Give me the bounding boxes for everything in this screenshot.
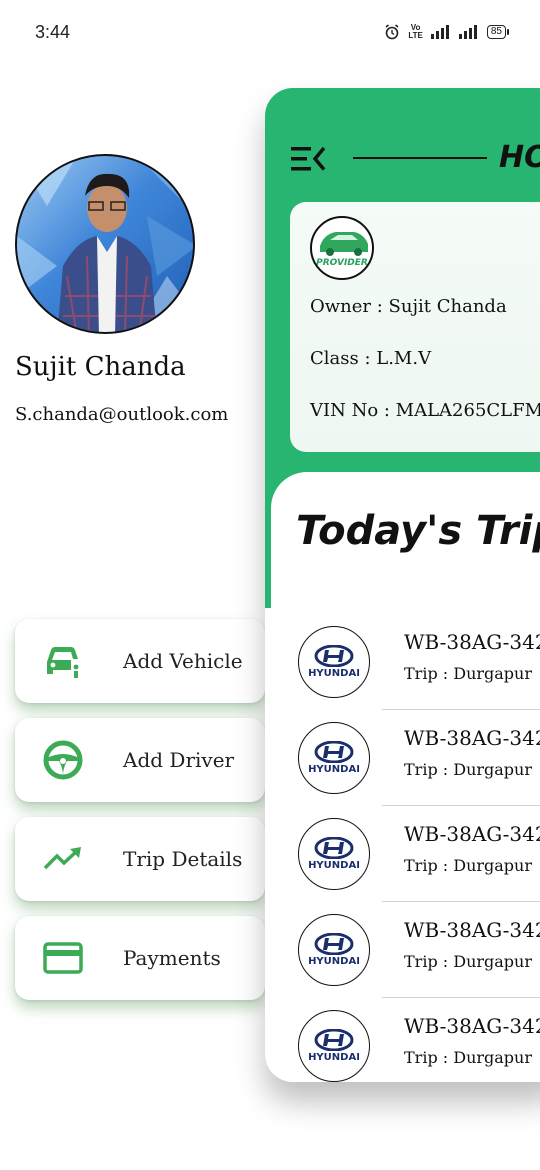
signal-icon: [430, 25, 449, 39]
trip-destination: Trip : Durgapur: [404, 1048, 532, 1067]
status-icons: Vo LTE 85: [384, 23, 510, 40]
trip-row[interactable]: HYUNDAI WB-38AG-342 Trip : Durgapur: [265, 998, 540, 1082]
status-time: 3:44: [35, 22, 71, 42]
trending-up-icon: [39, 839, 87, 879]
trip-plate: WB-38AG-342: [404, 822, 540, 846]
menu-add-driver[interactable]: Add Driver: [15, 718, 265, 802]
trip-plate: WB-38AG-342: [404, 1014, 540, 1038]
menu-add-driver-label: Add Driver: [123, 748, 235, 772]
hyundai-logo-icon: HYUNDAI: [298, 722, 370, 794]
user-name: Sujit Chanda: [15, 352, 186, 382]
avatar[interactable]: [15, 154, 195, 334]
battery-icon: 85: [486, 25, 510, 39]
car-logo-icon: [320, 232, 368, 256]
alarm-icon: [385, 24, 399, 40]
trip-destination: Trip : Durgapur: [404, 856, 532, 875]
signal-icon-2: [458, 25, 477, 39]
provider-logo-text: PROVIDER: [316, 258, 368, 268]
hyundai-logo-icon: HYUNDAI: [298, 914, 370, 986]
trip-row[interactable]: HYUNDAI WB-38AG-342 Trip : Durgapur: [265, 806, 540, 902]
trip-plate: WB-38AG-342: [404, 630, 540, 654]
hyundai-logo-text: HYUNDAI: [308, 1052, 360, 1063]
menu-payments[interactable]: Payments: [15, 916, 265, 1000]
trip-plate: WB-38AG-342: [404, 726, 540, 750]
vehicle-class: Class : L.M.V: [310, 348, 432, 369]
menu-payments-label: Payments: [123, 946, 221, 970]
menu-add-vehicle[interactable]: Add Vehicle: [15, 619, 265, 703]
user-email: S.chanda@outlook.com: [15, 404, 229, 425]
hyundai-logo-icon: HYUNDAI: [298, 626, 370, 698]
hyundai-logo-text: HYUNDAI: [308, 956, 360, 967]
trip-destination: Trip : Durgapur: [404, 760, 532, 779]
steering-wheel-icon: [39, 740, 87, 780]
volte-icon: Vo LTE: [408, 23, 423, 40]
trip-row[interactable]: HYUNDAI WB-38AG-342 Trip : Durgapur: [265, 614, 540, 710]
vehicle-vin: VIN No : MALA265CLFM93: [310, 400, 540, 421]
credit-card-icon: [39, 938, 87, 978]
hyundai-logo-text: HYUNDAI: [308, 764, 360, 775]
menu-toggle-icon[interactable]: [291, 146, 327, 176]
avatar-photo: [17, 156, 193, 332]
page-title: HO: [499, 140, 540, 175]
vehicle-owner: Owner : Sujit Chanda: [310, 296, 507, 317]
vehicle-card[interactable]: PROVIDER Owner : Sujit Chanda Class : L.…: [290, 202, 540, 452]
menu-trip-details-label: Trip Details: [123, 847, 243, 871]
home-screen: HO PROVIDER Owner : Sujit Chanda Class :…: [265, 88, 540, 1082]
header-divider: [353, 157, 487, 159]
hyundai-logo-icon: HYUNDAI: [298, 1010, 370, 1082]
todays-trip-title: Today's Trip: [296, 508, 540, 554]
status-bar: 3:44 Vo LTE 85: [0, 0, 540, 64]
provider-logo: PROVIDER: [310, 216, 374, 280]
trip-destination: Trip : Durgapur: [404, 952, 532, 971]
trip-destination: Trip : Durgapur: [404, 664, 532, 683]
car-info-icon: [39, 641, 87, 681]
menu-add-vehicle-label: Add Vehicle: [123, 649, 243, 673]
hyundai-logo-icon: HYUNDAI: [298, 818, 370, 890]
hyundai-logo-text: HYUNDAI: [308, 668, 360, 679]
hyundai-logo-text: HYUNDAI: [308, 860, 360, 871]
trip-row[interactable]: HYUNDAI WB-38AG-342 Trip : Durgapur: [265, 710, 540, 806]
trip-row[interactable]: HYUNDAI WB-38AG-342 Trip : Durgapur: [265, 902, 540, 998]
menu-trip-details[interactable]: Trip Details: [15, 817, 265, 901]
trip-plate: WB-38AG-342: [404, 918, 540, 942]
